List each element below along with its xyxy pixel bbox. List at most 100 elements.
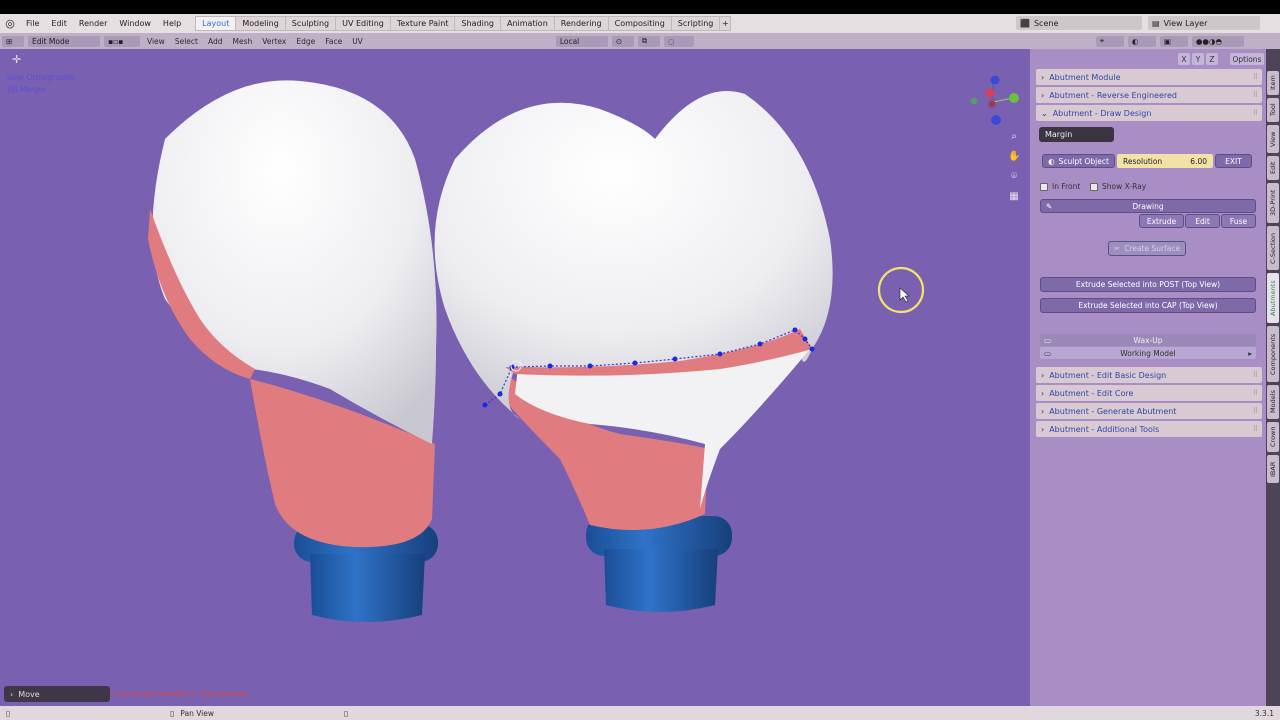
menu-edge[interactable]: Edge xyxy=(291,37,320,46)
xray-toggle[interactable]: ▣ xyxy=(1159,35,1188,47)
transform-tool-icon[interactable]: ✛ xyxy=(12,53,21,66)
tab-modeling[interactable]: Modeling xyxy=(235,16,285,31)
menu-edit[interactable]: Edit xyxy=(45,19,73,28)
menu-uv[interactable]: UV xyxy=(347,37,368,46)
tab-shading[interactable]: Shading xyxy=(454,16,500,31)
tab-view[interactable]: View xyxy=(1267,125,1279,153)
select-mode-buttons[interactable]: ▪▫▪ xyxy=(104,35,140,47)
chevron-right-icon: › xyxy=(1041,90,1045,100)
tab-scripting[interactable]: Scripting xyxy=(670,16,720,31)
object-name-field[interactable]: Margin xyxy=(1039,127,1114,142)
panel-edit-core[interactable]: › Abutment - Edit Core ⠿ xyxy=(1036,385,1262,401)
panel-abutment-reverse-engineered[interactable]: › Abutment - Reverse Engineered ⠿ xyxy=(1036,87,1262,103)
extrude-into-post-button[interactable]: Extrude Selected into POST (Top View) xyxy=(1040,277,1256,292)
menu-face[interactable]: Face xyxy=(320,37,347,46)
scene-selector[interactable]: ⬛ Scene xyxy=(1016,16,1142,30)
operator-panel-move[interactable]: › Move xyxy=(4,686,110,702)
tab-compositing[interactable]: Compositing xyxy=(607,16,671,31)
mouse-right-icon: ▯ xyxy=(344,708,349,718)
edit-button[interactable]: Edit xyxy=(1185,214,1220,228)
gizmo-neg-y-icon[interactable] xyxy=(970,97,978,105)
drag-grip-icon[interactable]: ⠿ xyxy=(1253,425,1258,433)
menu-help[interactable]: Help xyxy=(157,19,187,28)
tab-abutments[interactable]: Abutments xyxy=(1267,273,1279,323)
drag-grip-icon[interactable]: ⠿ xyxy=(1253,73,1258,81)
tab-uv-editing[interactable]: UV Editing xyxy=(335,16,390,31)
axis-y-toggle[interactable]: Y xyxy=(1192,53,1204,65)
tab-item[interactable]: Item xyxy=(1267,71,1279,95)
menu-add[interactable]: Add xyxy=(203,37,228,46)
wax-up-row[interactable]: ▭ Wax-Up xyxy=(1040,334,1256,346)
tab-models[interactable]: Models xyxy=(1267,385,1279,419)
snap-icon[interactable]: ⧉ xyxy=(637,35,660,47)
camera-icon[interactable]: ⌾ xyxy=(1008,171,1020,183)
exit-button[interactable]: EXIT xyxy=(1215,154,1252,168)
menu-view[interactable]: View xyxy=(142,37,170,46)
tab-3d-print[interactable]: 3D-Print xyxy=(1267,183,1279,223)
panel-abutment-module[interactable]: › Abutment Module ⠿ xyxy=(1036,69,1262,85)
tab-texture-paint[interactable]: Texture Paint xyxy=(389,16,455,31)
drag-grip-icon[interactable]: ⠿ xyxy=(1253,371,1258,379)
fuse-button[interactable]: Fuse xyxy=(1221,214,1256,228)
drag-grip-icon[interactable]: ⠿ xyxy=(1253,109,1258,117)
gizmo-neg-z-icon[interactable] xyxy=(991,115,1001,125)
tab-ibar[interactable]: IBAR xyxy=(1267,455,1279,483)
tab-c-section[interactable]: C-Section xyxy=(1267,226,1279,270)
panel-abutment-draw-design[interactable]: ⌄ Abutment - Draw Design ⠿ xyxy=(1036,105,1262,121)
options-button[interactable]: Options xyxy=(1230,53,1264,65)
show-xray-checkbox[interactable]: Show X-Ray xyxy=(1090,182,1146,191)
tab-layout[interactable]: Layout xyxy=(195,16,236,31)
gizmo-x-icon[interactable] xyxy=(985,88,995,98)
tab-crown[interactable]: Crown xyxy=(1267,422,1279,452)
mode-selector[interactable]: Edit Mode xyxy=(28,35,100,47)
extrude-button[interactable]: Extrude xyxy=(1139,214,1184,228)
overlay-toggle[interactable]: ◐ xyxy=(1127,35,1156,47)
axis-z-toggle[interactable]: Z xyxy=(1206,53,1218,65)
tab-animation[interactable]: Animation xyxy=(499,16,554,31)
panel-generate-abutment[interactable]: › Abutment - Generate Abutment ⠿ xyxy=(1036,403,1262,419)
axis-x-toggle[interactable]: X xyxy=(1178,53,1190,65)
menu-window[interactable]: Window xyxy=(113,19,157,28)
shading-buttons[interactable]: ●●◑◓ xyxy=(1191,35,1244,47)
create-surface-button[interactable]: ✂ Create Surface xyxy=(1108,241,1186,256)
right-tooth-model[interactable] xyxy=(434,91,833,612)
viewport-gizmo-toggle[interactable]: ⌖ xyxy=(1095,35,1124,47)
tab-edit[interactable]: Edit xyxy=(1267,156,1279,180)
in-front-checkbox[interactable]: In Front xyxy=(1040,182,1080,191)
tab-rendering[interactable]: Rendering xyxy=(553,16,608,31)
menu-render[interactable]: Render xyxy=(73,19,113,28)
resolution-field[interactable]: Resolution 6.00 xyxy=(1117,154,1213,168)
drag-grip-icon[interactable]: ⠿ xyxy=(1253,389,1258,397)
working-model-row[interactable]: ▭ Working Model ▸ xyxy=(1040,347,1256,359)
editor-type-icon[interactable]: ⊞ xyxy=(2,35,24,47)
navigation-gizmo[interactable] xyxy=(968,74,1024,130)
transform-orientation[interactable]: Local xyxy=(555,35,608,47)
panel-additional-tools[interactable]: › Abutment - Additional Tools ⠿ xyxy=(1036,421,1262,437)
add-workspace-button[interactable]: + xyxy=(719,16,732,31)
drawing-button[interactable]: ✎ Drawing xyxy=(1040,199,1256,213)
3d-viewport[interactable]: ✛ User Orthographic (0) Margin ⌕ ✋ ⌾ ▦ ›… xyxy=(0,49,1030,706)
blender-logo-icon[interactable]: ◎ xyxy=(0,17,20,30)
proportional-edit-icon[interactable]: ◌ xyxy=(663,35,694,47)
drag-grip-icon[interactable]: ⠿ xyxy=(1253,407,1258,415)
menu-file[interactable]: File xyxy=(20,19,45,28)
extrude-into-cap-button[interactable]: Extrude Selected into CAP (Top View) xyxy=(1040,298,1256,313)
sculpt-object-button[interactable]: ◐ Sculpt Object xyxy=(1042,154,1115,168)
menu-select[interactable]: Select xyxy=(170,37,203,46)
drag-grip-icon[interactable]: ⠿ xyxy=(1253,91,1258,99)
left-tooth-model[interactable] xyxy=(148,80,438,622)
view-layer-selector[interactable]: ▤ View Layer xyxy=(1148,16,1260,30)
panel-edit-basic-design[interactable]: › Abutment - Edit Basic Design ⠿ xyxy=(1036,367,1262,383)
menu-vertex[interactable]: Vertex xyxy=(257,37,291,46)
menu-mesh[interactable]: Mesh xyxy=(227,37,257,46)
gizmo-z-icon[interactable] xyxy=(990,75,1000,85)
zoom-icon[interactable]: ⌕ xyxy=(1008,131,1020,143)
tab-components[interactable]: Components xyxy=(1267,326,1279,382)
pan-hand-icon[interactable]: ✋ xyxy=(1008,151,1020,163)
tab-sculpting[interactable]: Sculpting xyxy=(284,16,336,31)
grid-view-icon[interactable]: ▦ xyxy=(1008,191,1020,203)
pivot-icon[interactable]: ⊙ xyxy=(611,35,634,47)
gizmo-y-icon[interactable] xyxy=(1009,93,1019,103)
gizmo-neg-x-icon[interactable] xyxy=(988,100,996,108)
tab-tool[interactable]: Tool xyxy=(1267,98,1279,122)
